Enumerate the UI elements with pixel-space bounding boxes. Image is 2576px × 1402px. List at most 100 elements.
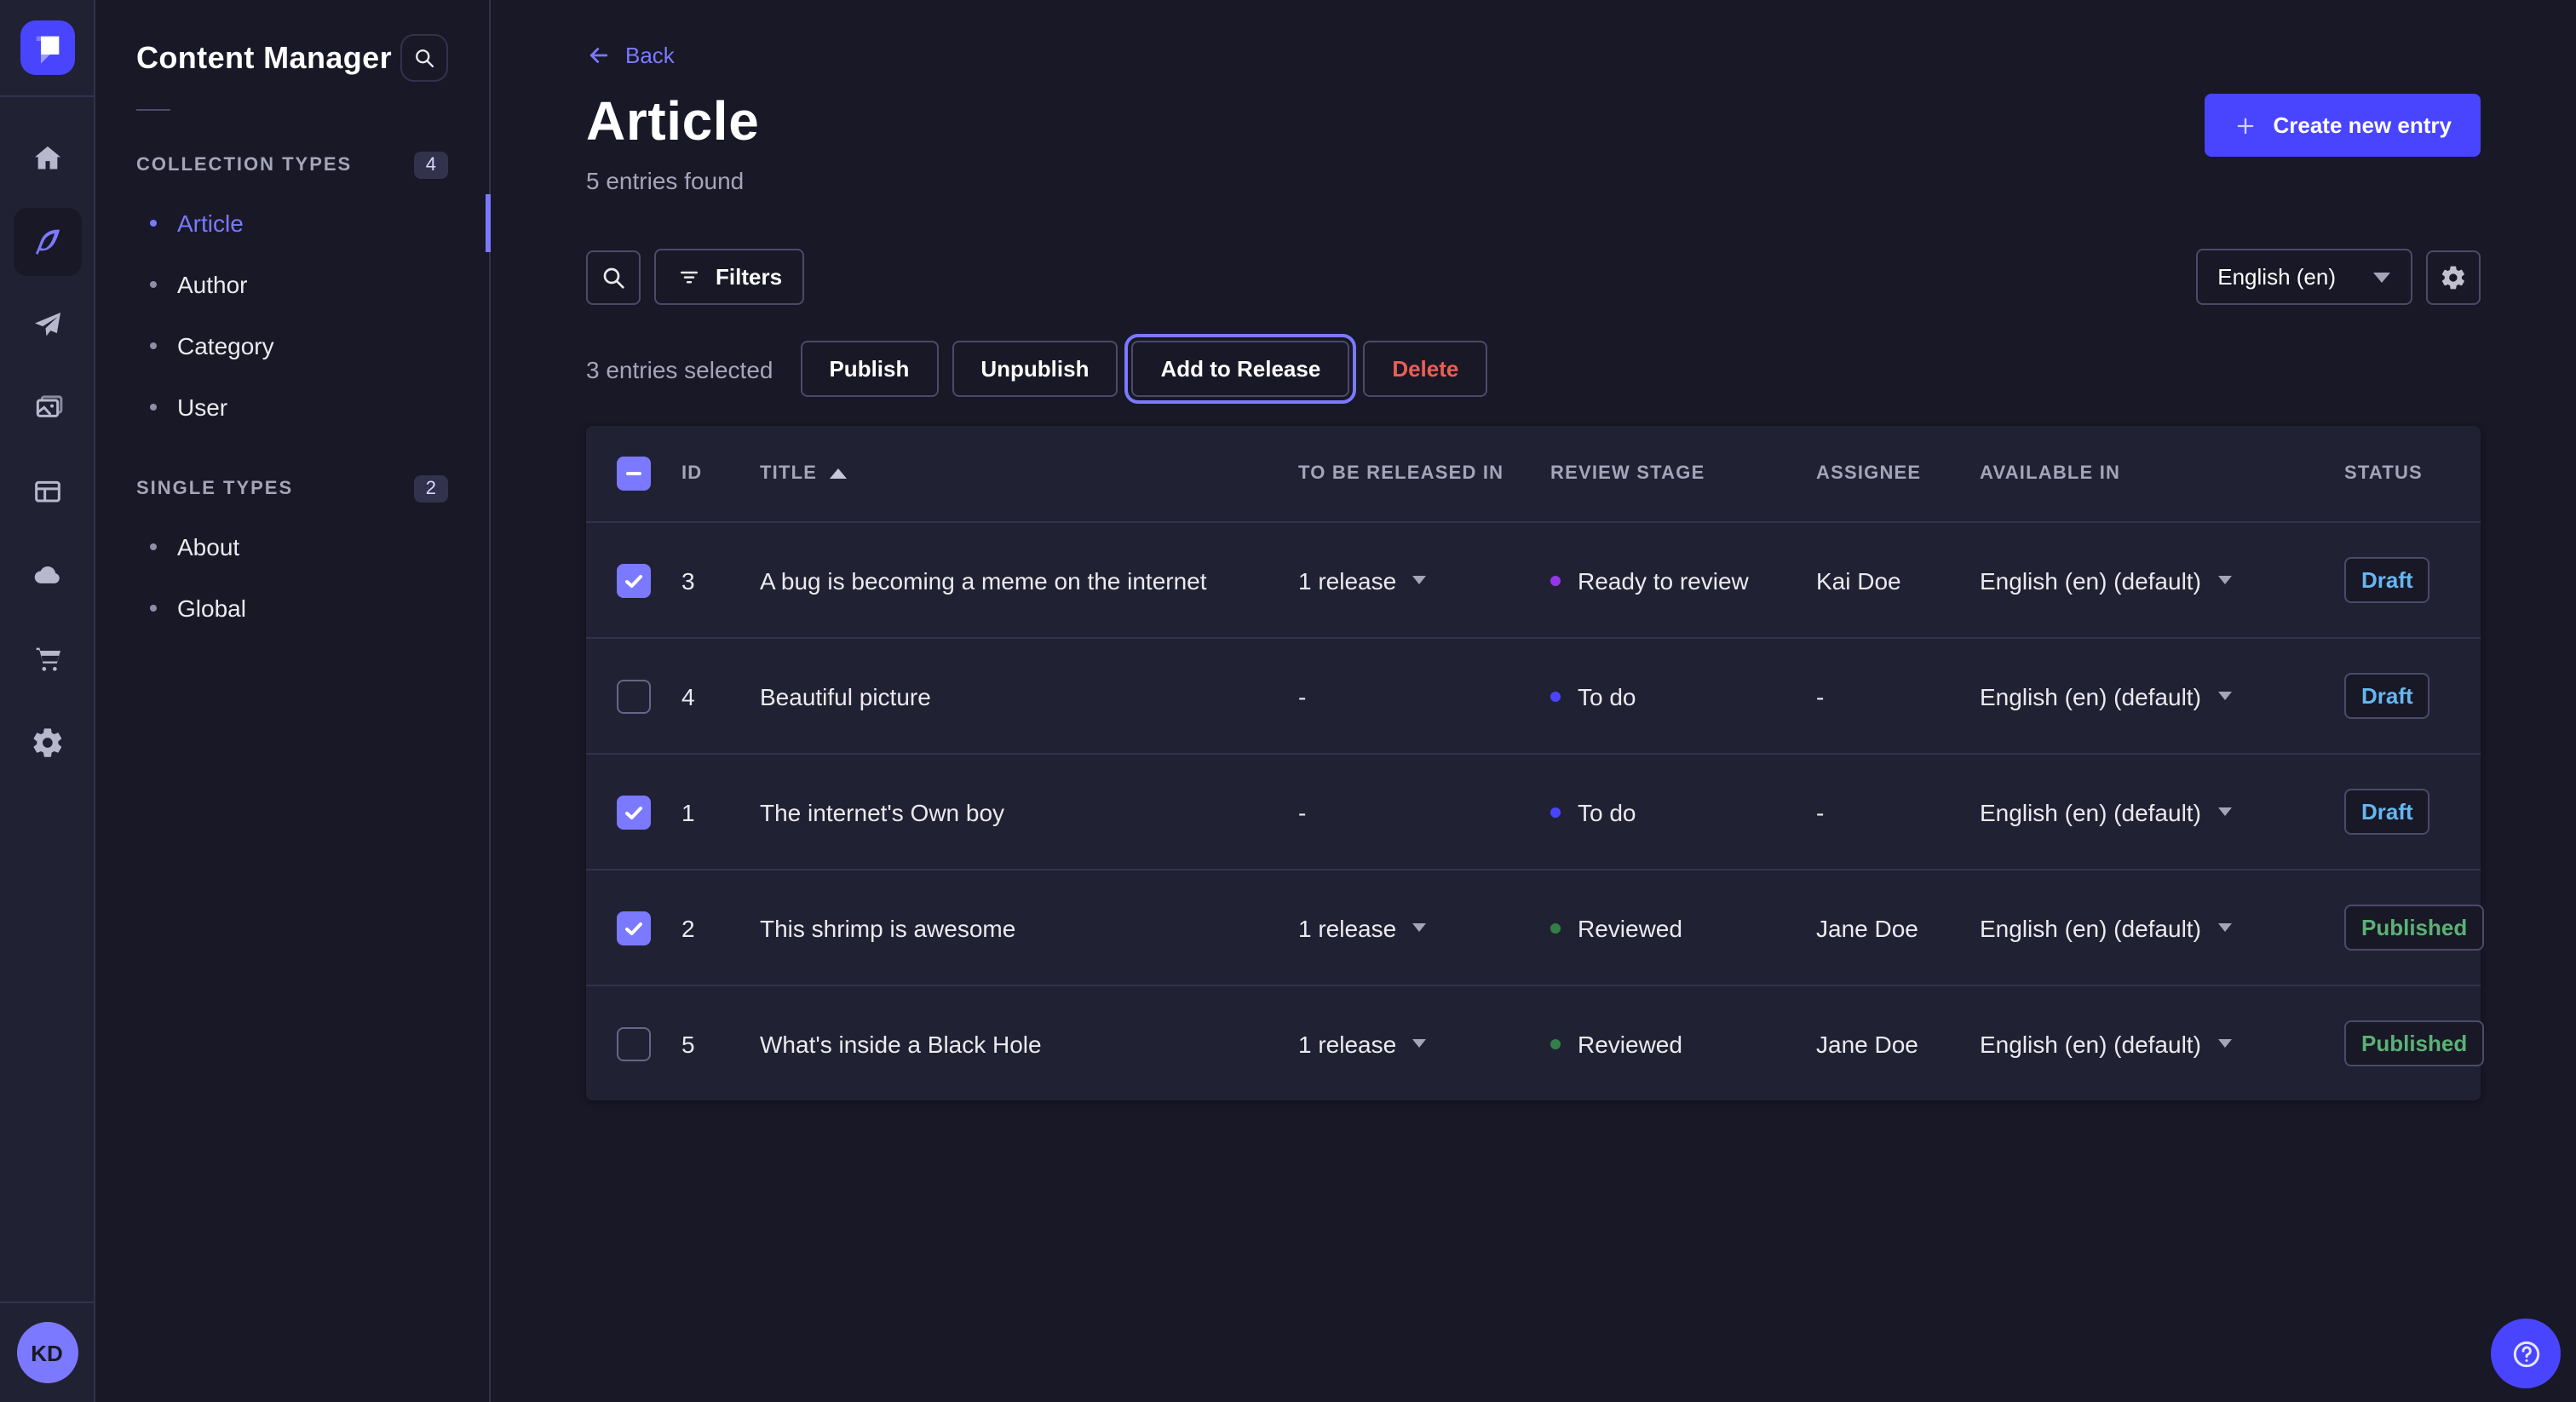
content-manager-feather-icon[interactable] [13,208,81,276]
subnav-item-label: Author [177,271,248,298]
filters-label: Filters [716,264,782,290]
review-stage-dot [1550,922,1561,933]
subnav-item-label: About [177,533,239,560]
chevron-down-icon[interactable] [2218,576,2232,584]
row-id: 4 [681,682,760,710]
chevron-down-icon[interactable] [1412,1039,1425,1048]
status-badge: Published [2344,905,2484,951]
plus-icon [2234,113,2257,137]
subnav-item-about[interactable]: About [95,516,489,577]
table-row[interactable]: 2 This shrimp is awesome 1 release Revie… [586,869,2481,985]
entries-table: ID TITLE TO BE RELEASED IN REVIEW STAGE … [586,426,2481,1100]
col-header-id: ID [681,463,760,484]
create-new-entry-button[interactable]: Create new entry [2205,94,2481,157]
subnav-search-button[interactable] [400,34,448,82]
row-review-stage: To do [1578,682,1636,710]
col-header-title-sort[interactable]: TITLE [760,463,1281,484]
row-id: 3 [681,566,760,594]
chevron-down-icon[interactable] [2218,807,2232,816]
search-icon [600,263,627,290]
media-library-icon[interactable] [13,375,81,443]
row-title: Beautiful picture [760,682,1298,710]
bullet-icon [150,220,157,227]
row-checkbox[interactable] [617,563,651,597]
unpublish-button[interactable]: Unpublish [952,341,1118,397]
publish-button[interactable]: Publish [800,341,938,397]
cloud-icon[interactable] [13,542,81,610]
col-header-review: REVIEW STAGE [1550,463,1816,484]
delete-button[interactable]: Delete [1363,341,1487,397]
subnav-item-category[interactable]: Category [95,315,489,376]
row-checkbox[interactable] [617,1026,651,1060]
status-badge: Draft [2344,673,2430,719]
home-icon[interactable] [13,124,81,192]
subnav-item-global[interactable]: Global [95,577,489,639]
review-stage-dot [1550,575,1561,585]
row-title: This shrimp is awesome [760,914,1298,941]
main-nav-rail: KD [0,0,95,1402]
marketplace-cart-icon[interactable] [13,625,81,693]
table-row[interactable]: 1 The internet's Own boy - To do - Engli… [586,753,2481,869]
subnav-item-article[interactable]: Article [95,192,489,254]
strapi-logo-icon [20,20,74,75]
settings-gear-icon[interactable] [13,709,81,777]
arrow-left-icon [586,43,612,68]
status-badge: Draft [2344,789,2430,835]
row-title: The internet's Own boy [760,798,1298,825]
row-review-stage: Reviewed [1578,1030,1682,1057]
row-review-stage: To do [1578,798,1636,825]
row-released: - [1298,682,1306,710]
row-id: 2 [681,914,760,941]
row-checkbox[interactable] [617,679,651,713]
status-badge: Draft [2344,557,2430,603]
indeterminate-dash-icon [624,463,644,484]
help-button[interactable] [2491,1319,2561,1388]
chevron-down-icon[interactable] [1412,923,1425,932]
row-title: What's inside a Black Hole [760,1030,1298,1057]
chevron-down-icon[interactable] [2218,692,2232,700]
back-link[interactable]: Back [586,43,675,68]
chevron-down-icon[interactable] [2218,923,2232,932]
collection-types-head: COLLECTION TYPES 4 [95,138,489,192]
table-row[interactable]: 5 What's inside a Black Hole 1 release R… [586,985,2481,1100]
bullet-icon [150,342,157,349]
add-to-release-button[interactable]: Add to Release [1131,341,1349,397]
collection-types-label: COLLECTION TYPES [136,155,352,175]
review-stage-dot [1550,691,1561,701]
single-types-label: SINGLE TYPES [136,479,293,499]
collection-types-section: COLLECTION TYPES 4 Article Author Catego… [95,138,489,438]
bullet-icon [150,543,157,550]
table-row[interactable]: 4 Beautiful picture - To do - English (e… [586,637,2481,753]
chevron-down-icon[interactable] [2218,1039,2232,1048]
row-id: 1 [681,798,760,825]
row-review-stage: Ready to review [1578,566,1749,594]
chevron-down-icon[interactable] [1412,576,1425,584]
single-types-head: SINGLE TYPES 2 [95,462,489,516]
action-row: Filters English (en) [586,249,2481,305]
table-row[interactable]: 3 A bug is becoming a meme on the intern… [586,521,2481,637]
filters-button[interactable]: Filters [654,249,804,305]
search-button[interactable] [586,250,641,304]
row-assignee: Jane Doe [1816,1030,1980,1057]
view-settings-button[interactable] [2426,250,2481,304]
gear-icon [2440,263,2467,290]
app-root: KD Content Manager COLLECTION TYPES 4 Ar… [0,0,2576,1402]
content-type-builder-icon[interactable] [13,458,81,526]
releases-paper-plane-icon[interactable] [13,291,81,359]
subnav-item-author[interactable]: Author [95,254,489,315]
select-all-checkbox[interactable] [617,457,651,491]
subnav-item-user[interactable]: User [95,376,489,438]
locale-select[interactable]: English (en) [2195,249,2412,305]
row-review-stage: Reviewed [1578,914,1682,941]
row-checkbox[interactable] [617,911,651,945]
bullet-icon [150,605,157,612]
review-stage-dot [1550,1038,1561,1049]
user-avatar[interactable]: KD [16,1322,78,1383]
col-header-title: TITLE [760,463,817,484]
row-checkbox[interactable] [617,795,651,829]
selection-toolbar: 3 entries selected Publish Unpublish Add… [586,341,2481,397]
locale-value: English (en) [2217,264,2336,290]
strapi-logo[interactable] [20,20,74,75]
bullet-icon [150,281,157,288]
subnav-divider [136,109,170,111]
